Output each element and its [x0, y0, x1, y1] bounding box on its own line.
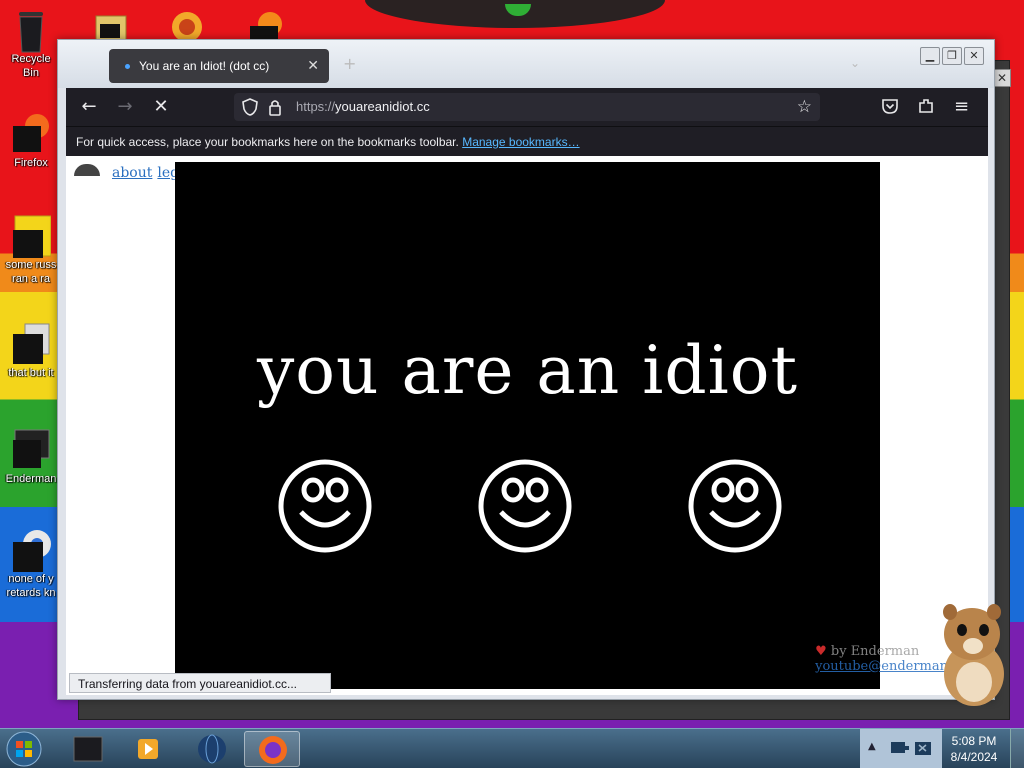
back-arrow-icon[interactable]: ←	[78, 96, 100, 118]
credit-author: by Enderman	[830, 644, 920, 659]
new-tab-button[interactable]: +	[343, 54, 356, 73]
lock-icon[interactable]	[268, 98, 282, 120]
pocket-icon[interactable]	[881, 98, 899, 118]
desktop-icon-chrome[interactable]: none of y retards kn	[2, 528, 60, 600]
shield-icon[interactable]	[242, 98, 258, 120]
start-button[interactable]	[4, 730, 44, 768]
desktop-icon-document[interactable]: some russ ran a ra	[2, 214, 60, 286]
clock-time: 5:08 PM	[951, 734, 997, 748]
url-bar[interactable]: https://youareanidiot.cc ☆	[234, 93, 820, 121]
list-tabs-icon[interactable]: ⌄	[850, 56, 860, 70]
smiley-icon	[278, 459, 372, 553]
tab-active[interactable]: You are an Idiot! (dot cc) ✕	[109, 49, 329, 83]
terminal-icon	[11, 428, 51, 468]
credit-link[interactable]: youtube@enderman	[815, 659, 948, 674]
taskbar: ▲ 5:08 PM 8/4/2024	[0, 728, 1024, 768]
desktop-icon-label: Recycle Bin	[11, 53, 51, 79]
navigation-toolbar: ← → ✕ https://youareanidiot.cc ☆ ≡	[66, 88, 988, 126]
bookmarks-hint: For quick access, place your bookmarks h…	[76, 135, 459, 149]
extensions-icon[interactable]	[917, 97, 935, 119]
smiley-icon	[688, 459, 782, 553]
menu-icon[interactable]: ≡	[954, 96, 969, 117]
volume-icon[interactable]	[914, 739, 934, 761]
about-link[interactable]: about	[112, 165, 152, 181]
show-desktop-button[interactable]	[1010, 729, 1024, 768]
clock[interactable]: 5:08 PM 8/4/2024	[944, 733, 1004, 765]
manage-bookmarks-link[interactable]: Manage bookmarks…	[462, 135, 579, 149]
minimize-icon[interactable]: ▁	[920, 47, 940, 65]
url-scheme: https://	[296, 99, 336, 114]
desktop-icon-label: Enderman	[5, 473, 57, 485]
idiot-animation[interactable]: you are an idiot	[175, 162, 880, 689]
firefox-icon	[11, 112, 51, 152]
loading-dot-icon	[125, 64, 130, 69]
smiley-icon	[478, 459, 572, 553]
desktop-icon-label: some russ ran a ra	[5, 259, 57, 285]
document-icon	[11, 214, 52, 258]
taskbar-item-firefox[interactable]	[244, 731, 300, 767]
desktop-icon-recycle-bin[interactable]: Recycle Bin	[2, 8, 60, 80]
url-host: youareanidiot.cc	[335, 99, 430, 114]
headline: you are an idiot	[256, 332, 798, 409]
taskbar-item-globe[interactable]	[184, 731, 240, 767]
taskbar-item-app[interactable]	[60, 731, 116, 767]
desktop-icon-firefox[interactable]: Firefox	[2, 112, 60, 170]
tab-title: You are an Idiot! (dot cc)	[139, 59, 270, 73]
tray-expand-icon[interactable]: ▲	[868, 741, 876, 752]
shortcut-icon	[11, 322, 51, 364]
desktop-wallpaper-dome	[365, 0, 665, 28]
tab-close-icon[interactable]: ✕	[307, 57, 319, 74]
desktop-icon-label: none of y retards kn	[6, 573, 56, 599]
bookmarks-toolbar: For quick access, place your bookmarks h…	[66, 126, 988, 156]
browser-icon	[11, 528, 51, 572]
clock-date: 8/4/2024	[950, 750, 998, 764]
close-icon[interactable]: ✕	[993, 69, 1011, 87]
site-logo-icon	[74, 164, 100, 176]
page-viewport: aboutlegacysafe you are an idiot	[66, 156, 988, 695]
bookmark-star-icon[interactable]: ☆	[797, 97, 812, 117]
network-icon[interactable]	[890, 739, 910, 761]
forward-arrow-icon[interactable]: →	[114, 96, 136, 118]
hamster-icon[interactable]	[932, 602, 1014, 708]
desktop-icon-shortcut[interactable]: that but it	[2, 322, 60, 380]
maximize-icon[interactable]: ❐	[942, 47, 962, 65]
status-bar: Transferring data from youareanidiot.cc.…	[69, 673, 331, 693]
firefox-window[interactable]: You are an Idiot! (dot cc) ✕ + ⌄ ▁ ❐ ✕ ←…	[57, 39, 995, 700]
system-tray: ▲	[860, 729, 942, 768]
url-text[interactable]: https://youareanidiot.cc	[296, 99, 430, 114]
recycle-bin-icon	[11, 8, 51, 53]
stop-loading-icon[interactable]: ✕	[150, 96, 172, 118]
title-bar[interactable]: You are an Idiot! (dot cc) ✕ + ⌄ ▁ ❐ ✕	[58, 40, 994, 88]
desktop-icon-label: Firefox	[14, 157, 48, 169]
close-window-icon[interactable]: ✕	[964, 47, 984, 65]
desktop-icon-label: that but it	[8, 367, 54, 379]
wallpaper-ornament	[505, 4, 531, 16]
taskbar-item-media[interactable]	[120, 731, 176, 767]
credit-text: ♥ by Enderman youtube@enderman	[815, 644, 948, 674]
desktop-icon-enderman[interactable]: Enderman	[2, 428, 60, 486]
